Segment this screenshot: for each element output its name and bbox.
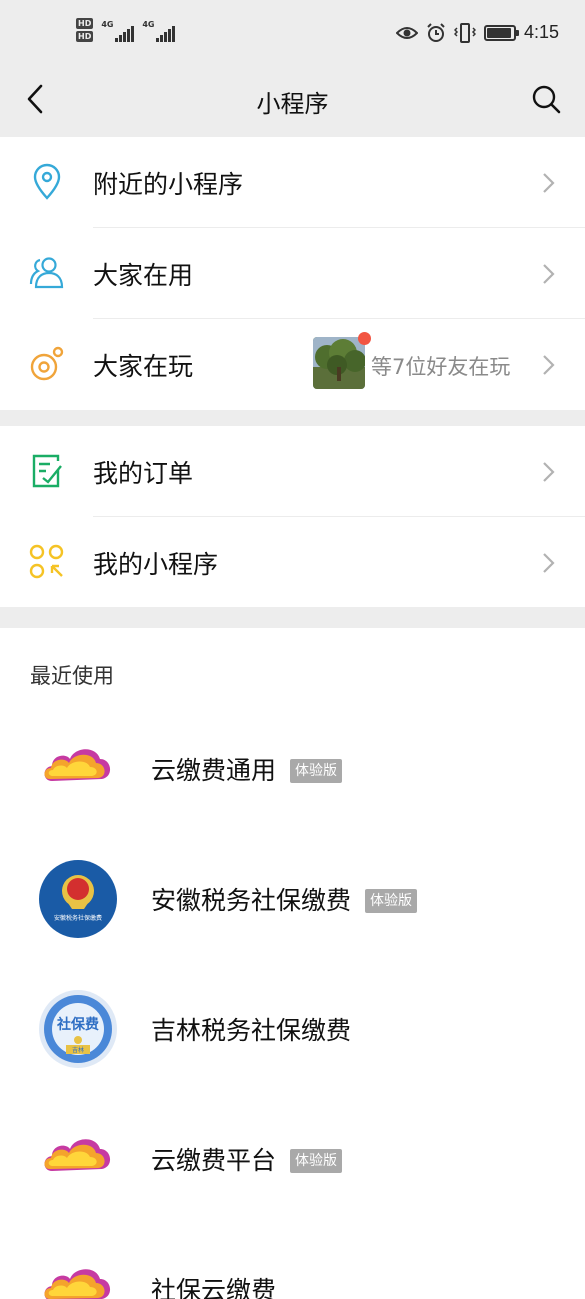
status-time: 4:15 — [523, 22, 559, 42]
trial-version-badge: 体验版 — [290, 1149, 343, 1173]
recent-app-name: 云缴费平台 体验版 — [151, 1141, 343, 1177]
status-bar: HD HD 4G 4G 4:15 — [0, 0, 585, 70]
battery-fill — [486, 27, 511, 38]
menu-item-label: 附近的小程序 — [93, 170, 244, 199]
chevron-right-icon — [543, 173, 555, 193]
app-name-text: 云缴费通用 — [151, 756, 277, 785]
menu-item-label: 大家在玩 — [93, 352, 194, 381]
network-indicators: HD HD 4G 4G — [76, 18, 176, 42]
recent-section: 最近使用 云缴费通用 体验版 安徽税务社保缴费 安徽税务社保缴费 体验版 社保费 吉… — [0, 628, 585, 1299]
mini-programs-grid-icon — [29, 544, 64, 579]
signal-icon-2: 4G — [142, 18, 176, 42]
jilin-logo-text: 社保费 — [56, 1016, 99, 1033]
discover-menu-group: 附近的小程序 大家在用 大家在玩 等7位好友在玩 — [0, 137, 585, 410]
alarm-icon — [427, 22, 445, 42]
chevron-right-icon — [543, 264, 555, 284]
hd-label-1: HD — [76, 18, 94, 29]
friend-game-thumbnail — [313, 337, 365, 389]
recent-section-title: 最近使用 — [30, 664, 114, 688]
recent-app-name: 安徽税务社保缴费 体验版 — [151, 881, 418, 917]
menu-item-my-mini-programs[interactable]: 我的小程序 — [0, 517, 585, 608]
app-name-text: 吉林税务社保缴费 — [151, 1016, 352, 1045]
chevron-right-icon — [543, 553, 555, 573]
signal-icon: 4G — [101, 18, 135, 42]
notification-dot — [358, 332, 371, 345]
app-name-text: 社保云缴费 — [151, 1276, 277, 1299]
hd-indicator: HD HD — [76, 18, 94, 42]
recent-app-item[interactable]: 社保云缴费 — [0, 1223, 585, 1299]
cloud-pay-logo — [44, 1269, 110, 1299]
hd-label-2: HD — [76, 31, 94, 42]
menu-item-orders[interactable]: 我的订单 — [0, 426, 585, 517]
recent-app-name: 吉林税务社保缴费 — [151, 1011, 351, 1047]
menu-item-label: 我的订单 — [93, 459, 194, 488]
battery-icon — [483, 24, 519, 41]
cloud-pay-logo — [44, 1139, 111, 1171]
eye-icon — [395, 26, 418, 39]
recent-app-name: 云缴费通用 体验版 — [151, 751, 343, 787]
recent-app-item[interactable]: 安徽税务社保缴费 安徽税务社保缴费 体验版 — [0, 833, 585, 963]
trial-version-badge: 体验版 — [290, 759, 343, 783]
recent-app-item[interactable]: 社保费 吉林 吉林税务社保缴费 — [0, 963, 585, 1093]
location-pin-icon — [33, 163, 61, 200]
game-icon — [30, 346, 64, 381]
people-icon — [29, 257, 64, 289]
nav-bar: 小程序 — [0, 70, 585, 138]
cloud-pay-logo — [44, 749, 111, 781]
anhui-logo-text: 安徽税务社保缴费 — [54, 914, 102, 922]
tree-image — [313, 337, 365, 389]
order-icon — [32, 454, 62, 488]
vibrate-icon — [453, 22, 476, 43]
recent-app-name: 社保云缴费 — [151, 1271, 276, 1299]
menu-item-label: 我的小程序 — [93, 550, 219, 579]
chevron-right-icon — [543, 462, 555, 482]
network-type-label-2: 4G — [142, 20, 155, 29]
trial-version-badge: 体验版 — [365, 889, 418, 913]
recent-app-item[interactable]: 云缴费平台 体验版 — [0, 1093, 585, 1223]
search-icon[interactable] — [531, 84, 561, 114]
friends-playing-text: 等7位好友在玩 — [371, 355, 511, 379]
app-name-text: 云缴费平台 — [151, 1146, 277, 1175]
menu-item-nearby[interactable]: 附近的小程序 — [0, 137, 585, 228]
jilin-logo-subtext: 吉林 — [72, 1046, 84, 1054]
recent-app-item[interactable]: 云缴费通用 体验版 — [0, 703, 585, 833]
menu-item-label: 大家在用 — [93, 261, 194, 290]
my-menu-group: 我的订单 我的小程序 — [0, 426, 585, 607]
app-name-text: 安徽税务社保缴费 — [151, 886, 352, 915]
chevron-right-icon — [543, 355, 555, 375]
menu-item-popular[interactable]: 大家在用 — [0, 228, 585, 319]
page-title: 小程序 — [256, 90, 329, 118]
status-icons: 4:15 — [395, 22, 559, 43]
anhui-tax-logo: 安徽税务社保缴费 — [39, 860, 117, 938]
network-type-label-1: 4G — [101, 20, 114, 29]
jilin-tax-logo: 社保费 吉林 — [39, 990, 117, 1068]
